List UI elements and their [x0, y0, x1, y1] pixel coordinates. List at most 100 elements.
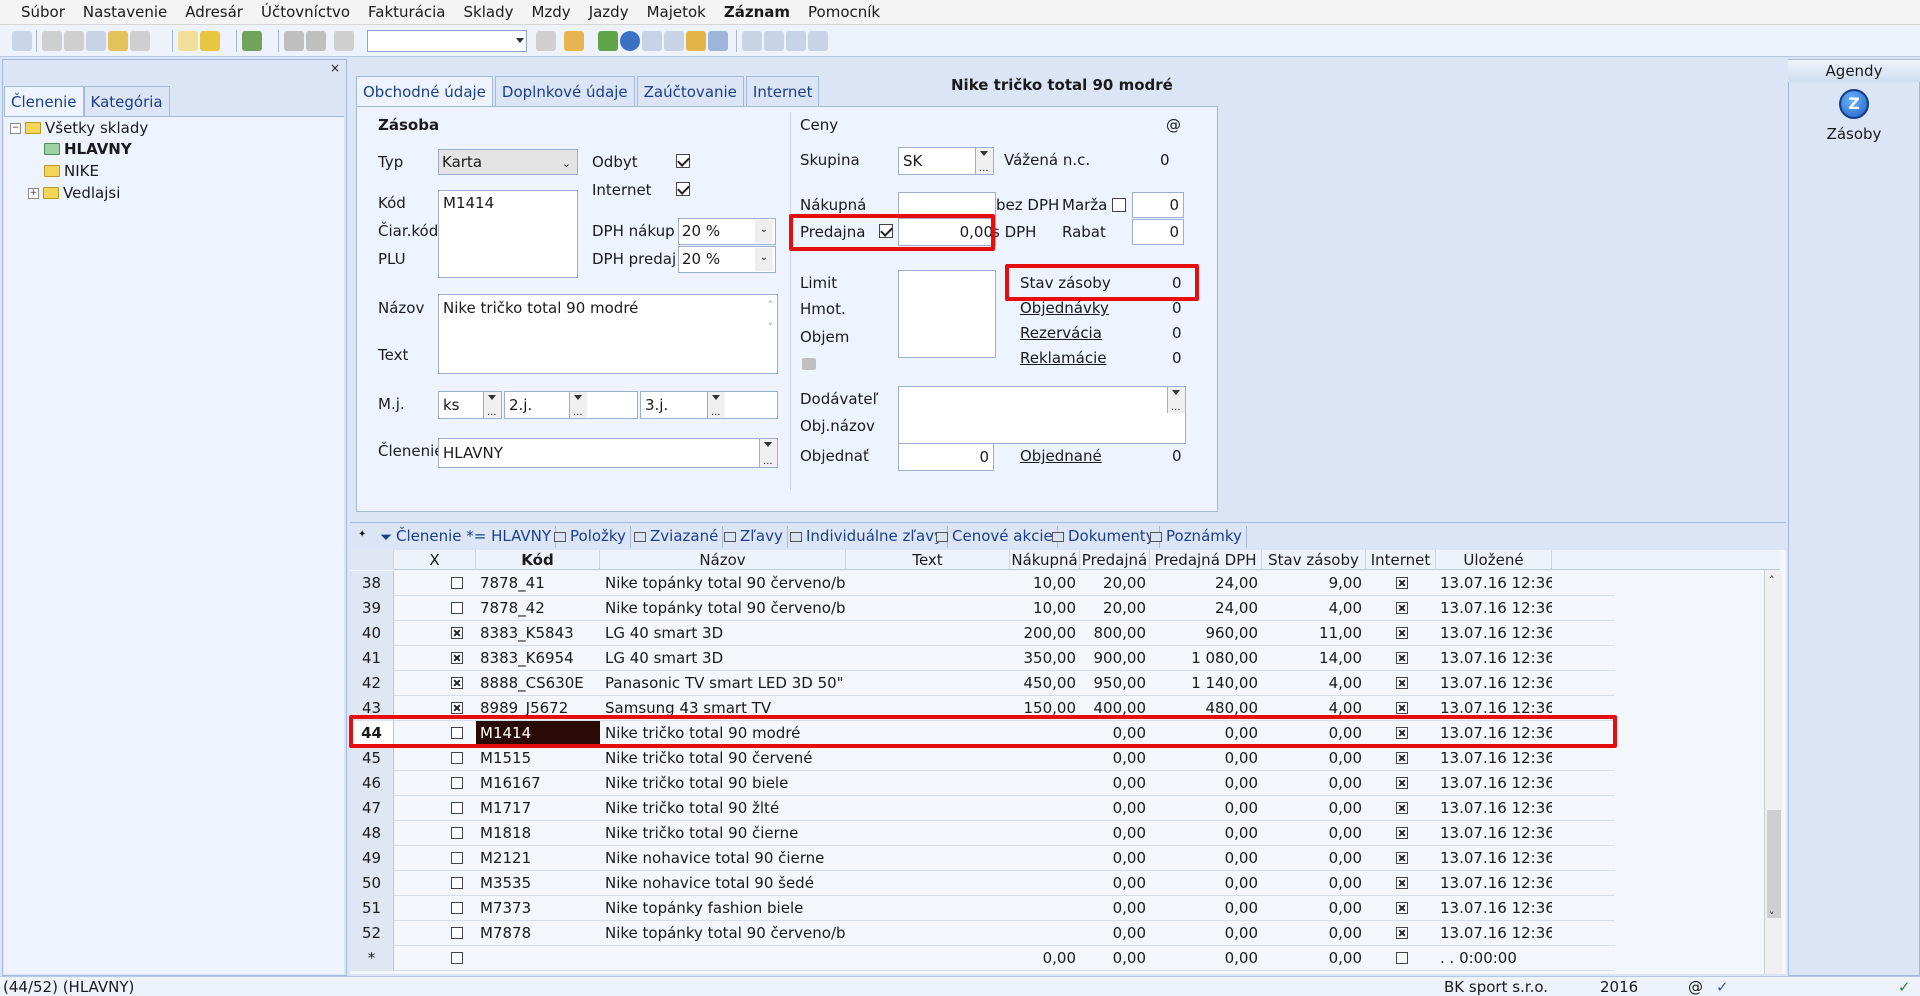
cell-ulozene[interactable]: 13.07.16 12:36:41	[1436, 671, 1552, 696]
new-record-icon[interactable]	[178, 31, 198, 51]
cell-ulozene[interactable]: . . 0:00:00	[1436, 946, 1552, 971]
tree-node-vedlajsi[interactable]: + Vedlajsi	[28, 183, 120, 203]
cell-predajna-dph[interactable]: 0,00	[1150, 846, 1262, 871]
cell-predajna-dph[interactable]: 0,00	[1150, 746, 1262, 771]
row-number[interactable]: *	[350, 946, 394, 971]
row-number[interactable]: 52	[350, 921, 394, 946]
menu-0[interactable]: Súbor	[21, 3, 65, 21]
coins-icon[interactable]	[686, 31, 706, 51]
internet-checkbox[interactable]	[1396, 827, 1408, 839]
tab-obchodne-udaje[interactable]: Obchodné údaje	[356, 76, 493, 106]
menu-4[interactable]: Fakturácia	[368, 3, 445, 21]
cell-nazov[interactable]: Nike tričko total 90 červené	[600, 746, 846, 771]
dodavatel-field[interactable]	[898, 386, 1186, 444]
tab-internet[interactable]: Internet	[745, 76, 820, 106]
table-row[interactable]: 42 8888_CS630E Panasonic TV smart LED 3D 5…	[350, 671, 1615, 696]
internet-checkbox[interactable]	[1396, 752, 1408, 764]
row-checkbox[interactable]	[451, 652, 463, 664]
table-row[interactable]: 49 M2121 Nike nohavice total 90 čierne 0,00…	[350, 846, 1615, 871]
table-row[interactable]: * 0,00 0,00 0,00 0,00. . 0:00:00	[350, 946, 1615, 971]
expand-icon[interactable]: +	[28, 187, 39, 199]
cell-predajna[interactable]: 0,00	[1080, 796, 1150, 821]
cell-predajna-dph[interactable]: 1 080,00	[1150, 646, 1262, 671]
globe-icon[interactable]	[620, 31, 640, 51]
objednane-link[interactable]: Objednané	[1020, 447, 1102, 465]
row-checkbox[interactable]	[451, 577, 463, 589]
green-icon[interactable]	[598, 31, 618, 51]
cell-nakupna[interactable]	[1010, 846, 1080, 871]
tab-zauctovanie[interactable]: Zaúčtovanie	[636, 76, 744, 106]
cell-nakupna[interactable]: 200,00	[1010, 621, 1080, 646]
agendy-zasoby-label[interactable]: Zásoby	[1788, 125, 1920, 143]
table-row[interactable]: 52 M7878 Nike topánky total 90 červeno/bie…	[350, 921, 1615, 946]
menu-1[interactable]: Nastavenie	[83, 3, 167, 21]
header-internet[interactable]: Internet	[1366, 550, 1436, 570]
table-row[interactable]: 41 8383_K6954 LG 40 smart 3D 350,00 900,00 1 …	[350, 646, 1615, 671]
cell-stav[interactable]: 0,00	[1262, 796, 1366, 821]
ean-icon[interactable]	[708, 31, 728, 51]
clenenie-field[interactable]: HLAVNY	[438, 438, 778, 468]
cell-predajna[interactable]: 0,00	[1080, 871, 1150, 896]
header-kod[interactable]: Kód	[476, 550, 600, 570]
weight-icon[interactable]	[802, 358, 816, 370]
filter-icon[interactable]	[536, 31, 556, 51]
header-text[interactable]: Text	[846, 550, 1010, 570]
cell-nazov[interactable]: Nike tričko total 90 biele	[600, 771, 846, 796]
skupina-picker[interactable]	[975, 148, 993, 174]
row-checkbox[interactable]	[451, 927, 463, 939]
row-checkbox[interactable]	[451, 877, 463, 889]
scroll-up-icon[interactable]: ˄	[768, 299, 774, 312]
cell-ulozene[interactable]: 13.07.16 12:36:41	[1436, 746, 1552, 771]
cell-nazov[interactable]: Nike topánky total 90 červeno/biel	[600, 921, 846, 946]
tree-node-hlavny[interactable]: HLAVNY	[44, 139, 132, 159]
row-checkbox[interactable]	[451, 802, 463, 814]
cell-ulozene[interactable]: 13.07.16 12:36:41	[1436, 896, 1552, 921]
rabat-field[interactable]: 0	[1132, 219, 1184, 245]
scroll-down-icon[interactable]: ˅	[768, 321, 774, 334]
table-row[interactable]: 39 7878_42 Nike topánky total 90 červeno/b…	[350, 596, 1615, 621]
cell-predajna[interactable]: 0,00	[1080, 746, 1150, 771]
export-icon[interactable]	[108, 31, 128, 51]
objednat-field[interactable]: 0	[898, 443, 994, 471]
rezervacia-link[interactable]: Rezervácia	[1020, 324, 1102, 342]
cell-ulozene[interactable]: 13.07.16 12:36:41	[1436, 796, 1552, 821]
cell-nazov[interactable]: Nike nohavice total 90 čierne	[600, 846, 846, 871]
cell-stav[interactable]: 0,00	[1262, 871, 1366, 896]
cell-nazov[interactable]: LG 40 smart 3D	[600, 621, 846, 646]
header-ulozene[interactable]: Uložené	[1436, 550, 1552, 570]
j2-field[interactable]: 2.j.	[504, 391, 638, 419]
cell-predajna-dph[interactable]: 0,00	[1150, 871, 1262, 896]
preview-icon[interactable]	[86, 31, 106, 51]
cell-nakupna[interactable]: 350,00	[1010, 646, 1080, 671]
header-stav-zasoby[interactable]: Stav zásoby	[1262, 550, 1366, 570]
table-row[interactable]: 38 7878_41 Nike topánky total 90 červeno/b…	[350, 571, 1615, 596]
header-nakupna[interactable]: Nákupná	[1010, 550, 1080, 570]
table-row[interactable]: 40 8383_K5843 LG 40 smart 3D 200,00 800,00 96…	[350, 621, 1615, 646]
internet-checkbox[interactable]	[1396, 852, 1408, 864]
cell-nakupna[interactable]	[1010, 746, 1080, 771]
tree-node-nike[interactable]: NIKE	[44, 161, 99, 181]
menu-3[interactable]: Účtovníctvo	[261, 3, 350, 21]
cell-kod[interactable]	[476, 946, 600, 971]
internet-checkbox[interactable]	[1396, 802, 1408, 814]
objednavky-link[interactable]: Objednávky	[1020, 299, 1109, 317]
cell-nazov[interactable]: Nike topánky total 90 červeno/biel	[600, 596, 846, 621]
edit-icon[interactable]	[200, 31, 220, 51]
cell-kod[interactable]: M3535	[476, 871, 600, 896]
tab-dokumenty[interactable]: Dokumenty	[1048, 526, 1160, 548]
save-icon[interactable]	[284, 31, 304, 51]
cell-kod[interactable]: M2121	[476, 846, 600, 871]
pin-icon[interactable]: ✦	[358, 529, 366, 540]
internet-checkbox[interactable]	[1396, 702, 1408, 714]
cell-predajna[interactable]: 0,00	[1080, 896, 1150, 921]
mj-picker[interactable]	[483, 392, 501, 418]
tab-kategoria[interactable]: Kategória	[83, 86, 170, 116]
table-row[interactable]: 51 M7373 Nike topánky fashion biele 0,00 0,0…	[350, 896, 1615, 921]
cell-nakupna[interactable]	[1010, 896, 1080, 921]
cell-predajna-dph[interactable]: 0,00	[1150, 771, 1262, 796]
print-icon[interactable]	[64, 31, 84, 51]
copy-icon[interactable]	[334, 31, 354, 51]
cell-predajna-dph[interactable]: 960,00	[1150, 621, 1262, 646]
internet-checkbox[interactable]	[1396, 627, 1408, 639]
dph-predaj-select[interactable]: 20 % ⌄	[678, 246, 776, 273]
